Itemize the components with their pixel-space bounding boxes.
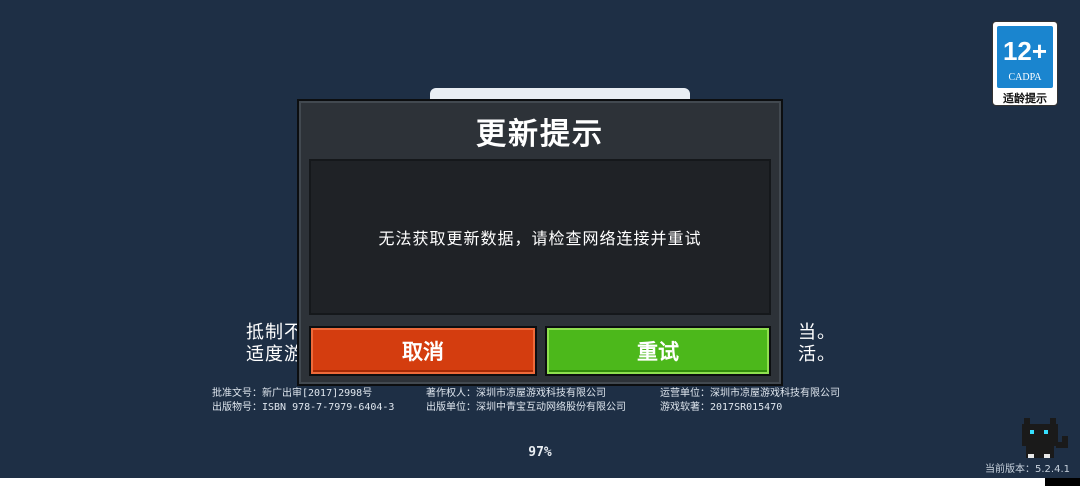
age-rating-panel: 12+ CADPA (997, 26, 1053, 88)
version-label: 当前版本：5.2.4.1 (985, 464, 1070, 475)
software-registration: 游戏软著：2017SR015470 (660, 402, 783, 413)
publication-number: 出版物号：ISBN 978-7-7979-6404-3 (212, 402, 395, 413)
bottom-bar (0, 478, 1045, 486)
loading-progress: 97% (528, 445, 552, 460)
age-rating-org: CADPA (1008, 72, 1042, 83)
warning-line1-right: 当。 (798, 322, 836, 343)
bottom-bar-dark (1045, 478, 1080, 486)
cancel-button[interactable]: 取消 (309, 326, 537, 376)
dialog-body: 无法获取更新数据，请检查网络连接并重试 (309, 159, 771, 315)
legal-info: 批准文号：新广出审[2017]2998号 著作权人：深圳市凉屋游戏科技有限公司 … (212, 387, 892, 415)
publisher: 出版单位：深圳中青宝互动网络股份有限公司 (426, 402, 626, 413)
copyright-holder: 著作权人：深圳市凉屋游戏科技有限公司 (426, 388, 606, 399)
dialog-message: 无法获取更新数据，请检查网络连接并重试 (378, 229, 702, 248)
age-rating-tip: 适龄提示 (1003, 92, 1047, 105)
age-rating-number: 12+ (1002, 36, 1048, 66)
age-rating-badge: 12+ CADPA 适龄提示 (992, 21, 1058, 106)
update-dialog: 更新提示 无法获取更新数据，请检查网络连接并重试 取消 重试 (297, 99, 783, 386)
pixel-cat-icon (1022, 418, 1068, 458)
approval-number: 批准文号：新广出审[2017]2998号 (212, 388, 373, 399)
warning-line1-left: 抵制不 (246, 322, 303, 343)
retry-button[interactable]: 重试 (545, 326, 771, 376)
operator: 运营单位：深圳市凉屋游戏科技有限公司 (660, 388, 840, 399)
warning-line2-right: 活。 (798, 344, 836, 365)
warning-line2-left: 适度游 (246, 344, 303, 365)
dialog-title: 更新提示 (476, 117, 604, 152)
